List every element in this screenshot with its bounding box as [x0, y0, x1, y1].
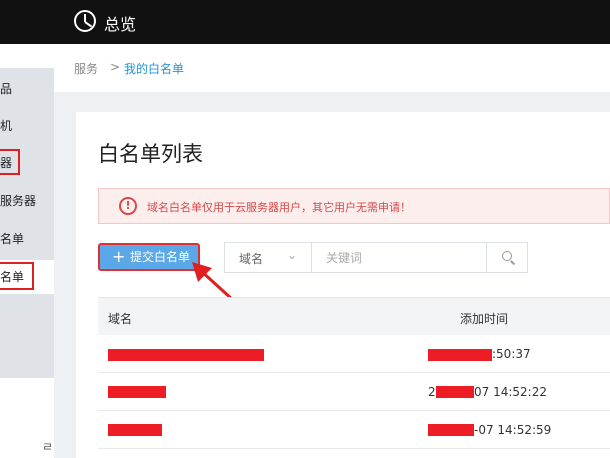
- breadcrumb: 服务 > 我的白名单: [54, 44, 610, 92]
- table-row[interactable]: 2 07 14:52:22: [98, 373, 610, 411]
- alert-text: 域名白名单仅用于云服务器用户，其它用户无需申请！: [147, 201, 411, 214]
- table-cell-time: :50:37: [492, 347, 531, 361]
- sidebar-item-label: 服务器: [0, 194, 37, 208]
- redaction-mark: [108, 349, 264, 361]
- filter-field-select[interactable]: 域名 ⌄: [225, 243, 312, 272]
- sidebar: 品 机 器 服务器 名单 名单 ㄹ: [0, 44, 54, 458]
- breadcrumb-separator: >: [110, 60, 121, 74]
- column-header-time[interactable]: 添加时间: [460, 310, 508, 327]
- sidebar-item-machine[interactable]: 机: [0, 111, 54, 141]
- plus-icon: +: [112, 247, 126, 266]
- sidebar-item-label: 名单: [0, 232, 25, 246]
- table-row[interactable]: -07 14:52:59: [98, 411, 610, 449]
- keyword-search-input[interactable]: [313, 243, 486, 272]
- main-card: 白名单列表 ! 域名白名单仅用于云服务器用户，其它用户无需申请！ + 提交白名单…: [76, 112, 610, 458]
- sidebar-item-label: 品: [0, 82, 13, 96]
- dashboard-icon[interactable]: [74, 10, 96, 32]
- redaction-mark: [108, 424, 162, 436]
- search-icon: [502, 251, 512, 261]
- search-button[interactable]: [486, 243, 528, 272]
- breadcrumb-current[interactable]: 我的白名单: [124, 60, 184, 77]
- annotation-box: [0, 262, 34, 290]
- page-header-title[interactable]: 总览: [104, 11, 136, 35]
- sidebar-item-products[interactable]: 品: [0, 74, 54, 104]
- table-header: 域名 添加时间: [98, 297, 610, 335]
- redaction-mark: [428, 424, 474, 436]
- search-filter: 域名 ⌄: [224, 242, 528, 273]
- info-icon: !: [119, 197, 137, 215]
- annotation-box: [0, 149, 20, 175]
- sidebar-item-list[interactable]: 名单: [0, 224, 54, 254]
- redaction-mark: [436, 386, 474, 398]
- table-cell-time: 07 14:52:22: [474, 385, 547, 399]
- filter-field-value: 域名: [239, 252, 264, 266]
- table-row[interactable]: :50:37: [98, 335, 610, 373]
- sidebar-item-label: 机: [0, 119, 13, 133]
- redaction-mark: [108, 386, 166, 398]
- breadcrumb-parent[interactable]: 服务: [74, 60, 98, 77]
- sidebar-item-cloud-server[interactable]: 服务器: [0, 186, 54, 216]
- redaction-mark: [428, 349, 492, 361]
- submit-whitelist-button[interactable]: + 提交白名单: [98, 243, 200, 271]
- chevron-down-icon: ⌄: [287, 248, 298, 262]
- submit-whitelist-label: 提交白名单: [130, 250, 191, 264]
- info-alert: ! 域名白名单仅用于云服务器用户，其它用户无需申请！: [98, 188, 610, 224]
- top-bar: 总览: [0, 0, 610, 44]
- page-title: 白名单列表: [98, 142, 203, 166]
- table-cell-time: -07 14:52:59: [474, 423, 552, 437]
- column-header-domain[interactable]: 域名: [108, 310, 132, 327]
- sidebar-collapse-handle[interactable]: ㄹ: [42, 438, 53, 455]
